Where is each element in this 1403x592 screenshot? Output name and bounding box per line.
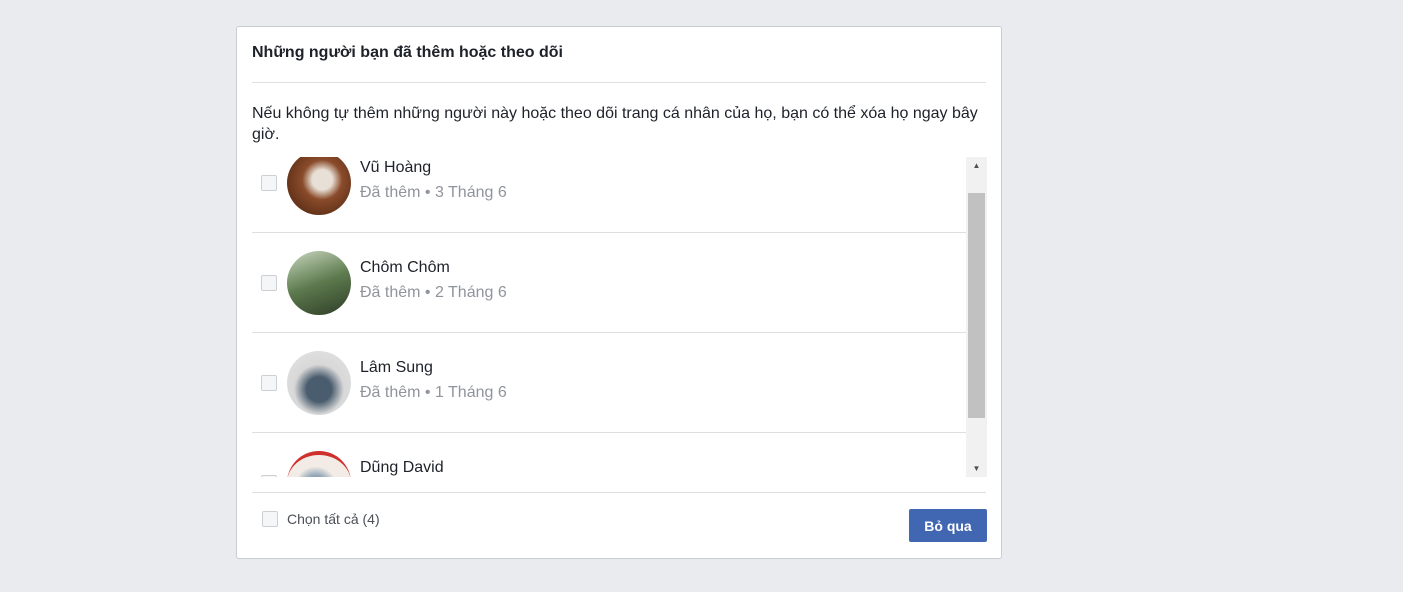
select-checkbox[interactable]	[261, 175, 277, 191]
divider	[252, 82, 986, 83]
scrollbar-thumb[interactable]	[968, 193, 985, 418]
select-all-label: Chọn tất cả (4)	[287, 511, 380, 527]
scrollbar[interactable]: ▲ ▼	[966, 157, 987, 477]
avatar	[287, 351, 351, 415]
scroll-up-arrow-icon[interactable]: ▲	[966, 157, 987, 174]
select-checkbox[interactable]	[261, 475, 277, 477]
people-list[interactable]: Vũ Hoàng Đã thêm • 3 Tháng 6 Chôm Chôm Đ…	[252, 157, 987, 477]
person-name[interactable]: Chôm Chôm	[360, 259, 450, 277]
person-name[interactable]: Lâm Sung	[360, 359, 433, 377]
scroll-down-arrow-icon[interactable]: ▼	[966, 460, 987, 477]
skip-button[interactable]: Bỏ qua	[909, 509, 987, 542]
dialog-title: Những người bạn đã thêm hoặc theo dõi	[252, 44, 563, 61]
dialog-description: Nếu không tự thêm những người này hoặc t…	[252, 105, 978, 143]
avatar	[287, 251, 351, 315]
list-item: Chôm Chôm Đã thêm • 2 Tháng 6	[252, 233, 966, 333]
avatar	[287, 157, 351, 215]
select-all-checkbox[interactable]	[262, 511, 278, 527]
list-item: Dũng David	[252, 433, 966, 477]
list-item: Lâm Sung Đã thêm • 1 Tháng 6	[252, 333, 966, 433]
divider	[252, 492, 986, 493]
list-item: Vũ Hoàng Đã thêm • 3 Tháng 6	[252, 157, 966, 233]
person-name[interactable]: Vũ Hoàng	[360, 159, 431, 177]
select-checkbox[interactable]	[261, 375, 277, 391]
added-date: Đã thêm • 2 Tháng 6	[360, 284, 507, 301]
select-checkbox[interactable]	[261, 275, 277, 291]
added-date: Đã thêm • 1 Tháng 6	[360, 384, 507, 401]
person-name[interactable]: Dũng David	[360, 459, 444, 477]
avatar	[287, 451, 351, 477]
select-all[interactable]: Chọn tất cả (4)	[262, 511, 380, 527]
added-date: Đã thêm • 3 Tháng 6	[360, 184, 507, 201]
friends-review-dialog: Những người bạn đã thêm hoặc theo dõi Nế…	[236, 26, 1002, 559]
